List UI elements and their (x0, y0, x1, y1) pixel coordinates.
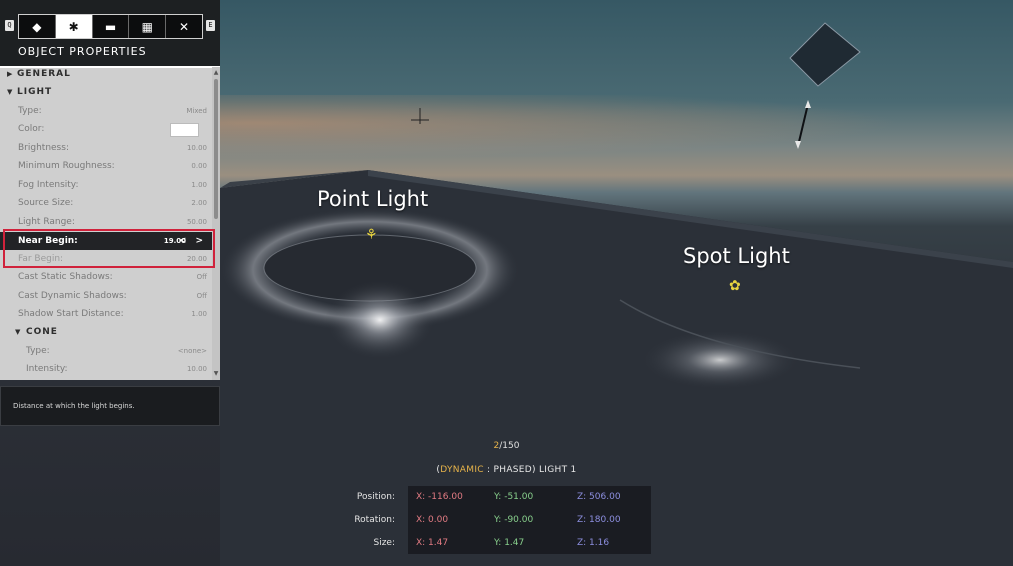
panel-title: OBJECT PROPERTIES (18, 45, 147, 58)
hotkey-e-badge: E (206, 20, 215, 31)
size-y: Y: 1.47 (494, 538, 525, 548)
position-y: Y: -51.00 (494, 492, 534, 502)
object-name: (DYNAMIC : PHASED) LIGHT 1 (436, 465, 577, 475)
scroll-down-arrow-icon[interactable]: ▼ (212, 370, 220, 378)
rotation-x: X: 0.00 (416, 515, 449, 525)
point-light-gizmo-icon[interactable]: ⚘ (365, 228, 378, 242)
property-description-box: Distance at which the light begins. (0, 386, 220, 426)
size-label: Size: (373, 538, 395, 548)
spot-light-gizmo-icon[interactable]: ✿ (729, 279, 741, 293)
object-browser-icon: ◆ (32, 19, 42, 34)
tab-map[interactable]: ▦ (129, 15, 167, 38)
prop-type[interactable]: Type: Mixed (0, 102, 212, 120)
rotation-y: Y: -90.00 (494, 515, 534, 525)
map-icon: ▦ (141, 19, 153, 34)
gear-icon: ✱ (68, 19, 79, 34)
dynamic-tag: DYNAMIC (440, 465, 484, 475)
object-counter: 2/150 (0, 441, 1013, 451)
color-swatch[interactable] (170, 123, 199, 137)
prop-brightness[interactable]: Brightness: 10.00 (0, 139, 212, 157)
prop-source-size[interactable]: Source Size: 2.00 (0, 194, 212, 212)
hotkey-q-badge: Q (5, 20, 14, 31)
panel-header: Q ◆ ✱ ▬ ▦ ✕ E OBJECT PROPERTIES (0, 0, 220, 68)
collapse-triangle-icon: ▼ (15, 328, 22, 336)
prop-cone-intensity[interactable]: Intensity: 10.00 (0, 360, 212, 378)
prop-color[interactable]: Color: (0, 120, 212, 138)
tab-object-properties[interactable]: ✱ (55, 15, 93, 38)
prop-minimum-roughness[interactable]: Minimum Roughness: 0.00 (0, 157, 212, 175)
rotation-z: Z: 180.00 (577, 515, 621, 525)
collapse-triangle-icon: ▼ (7, 88, 14, 96)
prop-cone-type[interactable]: Type: <none> (0, 342, 212, 360)
prop-fog-intensity[interactable]: Fog Intensity: 1.00 (0, 176, 212, 194)
tab-tools[interactable]: ✕ (166, 15, 202, 38)
scroll-up-arrow-icon[interactable]: ▲ (212, 69, 220, 77)
position-label: Position: (356, 492, 395, 502)
tools-icon: ✕ (179, 19, 190, 34)
position-z: Z: 506.00 (577, 492, 621, 502)
scroll-thumb[interactable] (214, 79, 218, 219)
tab-folder[interactable]: ▬ (92, 15, 130, 38)
properties-list[interactable]: ▶ GENERAL ▼ LIGHT Type: Mixed Color: Bri… (0, 67, 212, 380)
object-properties-panel: Q ◆ ✱ ▬ ▦ ✕ E OBJECT PROPERTIES ▶ GENERA… (0, 0, 220, 380)
tab-object-browser[interactable]: ◆ (19, 15, 56, 38)
panel-tabbar: ◆ ✱ ▬ ▦ ✕ (18, 14, 203, 39)
section-cone[interactable]: ▼ CONE (0, 323, 212, 341)
expand-triangle-icon: ▶ (7, 70, 14, 78)
prop-cast-static-shadows[interactable]: Cast Static Shadows: Off (0, 268, 212, 286)
section-light[interactable]: ▼ LIGHT (0, 83, 212, 101)
near-far-highlight-box (3, 229, 215, 268)
properties-scrollbar[interactable]: ▲ ▼ (212, 67, 220, 380)
folder-icon: ▬ (104, 19, 117, 34)
counter-total: /150 (499, 441, 520, 451)
size-z: Z: 1.16 (577, 538, 610, 548)
spot-light-label: Spot Light (683, 244, 790, 268)
rotation-label: Rotation: (354, 515, 395, 525)
property-description-text: Distance at which the light begins. (13, 402, 135, 410)
section-general[interactable]: ▶ GENERAL (0, 67, 212, 83)
size-x: X: 1.47 (416, 538, 449, 548)
transform-readout: X: -116.00 Y: -51.00 Z: 506.00 X: 0.00 Y… (408, 486, 651, 554)
point-light-label: Point Light (317, 187, 429, 211)
position-x: X: -116.00 (416, 492, 463, 502)
prop-cast-dynamic-shadows[interactable]: Cast Dynamic Shadows: Off (0, 287, 212, 305)
prop-shadow-start-distance[interactable]: Shadow Start Distance: 1.00 (0, 305, 212, 323)
